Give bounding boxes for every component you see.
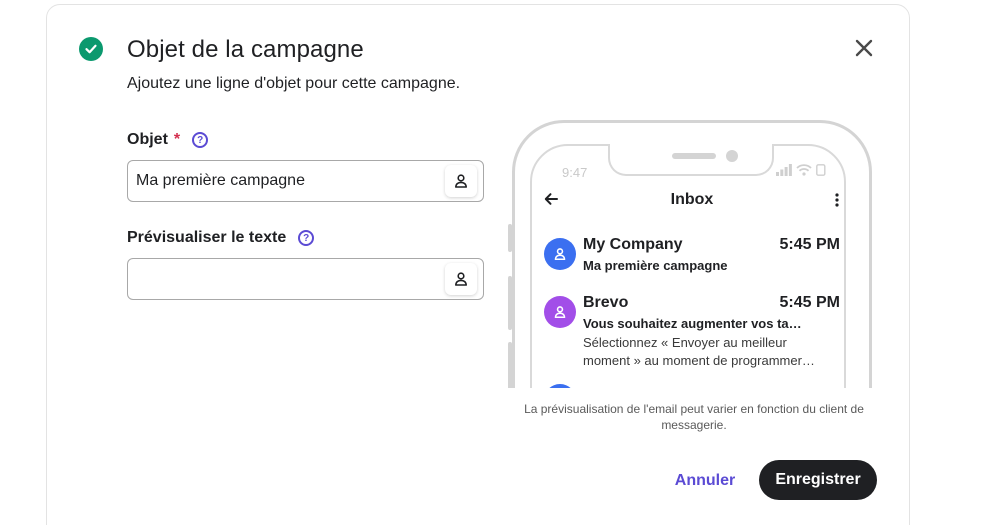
inbox-title: Inbox	[670, 191, 714, 208]
user-icon	[554, 306, 566, 319]
dialog-title: Objet de la campagne	[127, 36, 364, 63]
phone-speaker	[672, 153, 716, 159]
personalize-button[interactable]	[445, 263, 477, 295]
preview-label: Prévisualiser le texte ?	[127, 229, 315, 247]
check-circle-icon	[79, 37, 103, 61]
subject-input[interactable]: Ma première campagne	[127, 160, 484, 202]
user-icon	[455, 174, 467, 188]
email-time: 5:45 PM	[779, 294, 840, 311]
preview-text-input[interactable]	[127, 258, 484, 300]
email-preview: Sélectionnez « Envoyer au meilleur momen…	[583, 335, 815, 368]
dialog-subtitle: Ajoutez une ligne d'objet pour cette cam…	[127, 75, 461, 92]
save-button[interactable]: Enregistrer	[759, 460, 877, 500]
phone-clock: 9:47	[562, 165, 588, 180]
cancel-button[interactable]: Annuler	[664, 463, 746, 499]
preview-label-text: Prévisualiser le texte	[127, 229, 287, 246]
preview-disclaimer: La prévisualisation de l'email peut vari…	[524, 402, 864, 432]
email-time: 5:45 PM	[779, 236, 840, 253]
wifi-icon	[796, 164, 812, 176]
signal-icon	[776, 164, 792, 176]
phone-status-icons	[776, 164, 826, 176]
inbox-header: Inbox	[544, 190, 840, 212]
subject-input-value: Ma première campagne	[136, 172, 305, 189]
phone-camera	[726, 150, 738, 162]
personalize-button[interactable]	[445, 165, 477, 197]
phone-notch	[608, 144, 774, 176]
battery-icon	[816, 164, 826, 176]
subject-label-text: Objet	[127, 131, 168, 148]
user-icon	[455, 272, 467, 286]
email-list-item[interactable]: My Company 5:45 PM Ma première campagne	[544, 236, 840, 276]
email-sender: Brevo	[583, 294, 629, 311]
email-subject: Vous souhaitez augmenter vos ta…	[583, 316, 802, 331]
more-vertical-icon[interactable]	[834, 192, 840, 213]
help-icon[interactable]: ?	[298, 230, 315, 246]
avatar	[544, 296, 576, 328]
subject-label: Objet * ?	[127, 131, 209, 149]
phone-preview: 9:47 Inbox My Company 5:45 PM Ma premièr…	[508, 118, 880, 388]
email-sender: My Company	[583, 236, 683, 253]
close-icon	[855, 39, 873, 57]
email-subject: Ma première campagne	[583, 258, 728, 273]
close-button[interactable]	[852, 36, 876, 60]
campaign-subject-page: Objet de la campagne Ajoutez une ligne d…	[0, 0, 1002, 525]
required-asterisk: *	[173, 131, 181, 148]
help-icon[interactable]: ?	[192, 132, 209, 148]
user-icon	[554, 248, 566, 261]
avatar	[544, 238, 576, 270]
email-list-item[interactable]: Brevo 5:45 PM Vous souhaitez augmenter v…	[544, 294, 840, 374]
